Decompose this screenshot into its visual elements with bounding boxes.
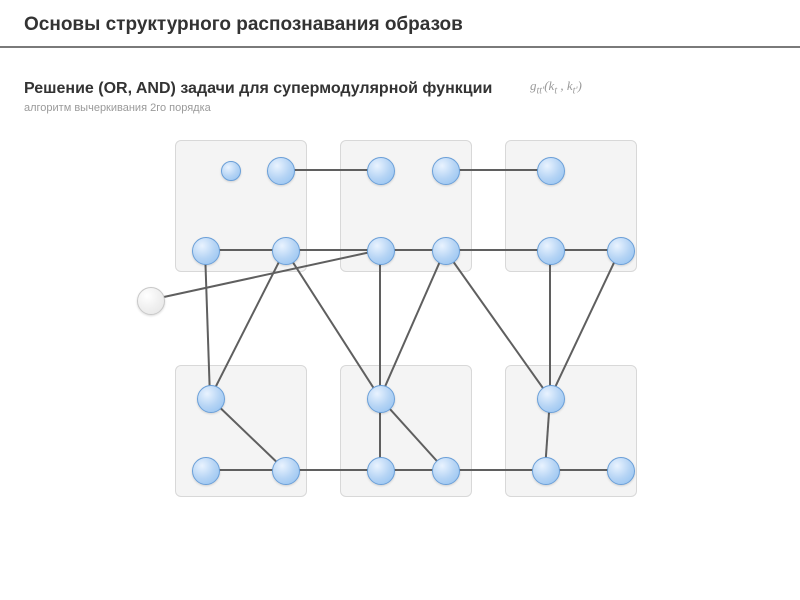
node-b2	[432, 157, 460, 185]
node-e3	[367, 457, 395, 485]
node-c3	[537, 237, 565, 265]
node-f4	[607, 457, 635, 485]
node-d1	[197, 385, 225, 413]
node-a2	[267, 157, 295, 185]
node-a4	[272, 237, 300, 265]
node-d3	[192, 457, 220, 485]
node-aG	[137, 287, 165, 315]
title-underline	[0, 46, 800, 48]
edge	[210, 398, 285, 470]
node-c1	[537, 157, 565, 185]
node-e1	[367, 385, 395, 413]
node-d4	[272, 457, 300, 485]
node-a3	[192, 237, 220, 265]
section-subtitle: алгоритм вычеркивания 2го порядка	[24, 102, 211, 114]
edge	[285, 250, 380, 398]
section-title: Решение (OR, AND) задачи для супермодуля…	[24, 80, 492, 98]
edge	[550, 250, 620, 398]
edge	[150, 250, 380, 300]
edge	[445, 250, 550, 398]
page-title: Основы структурного распознавания образо…	[24, 14, 463, 36]
node-b4	[432, 237, 460, 265]
node-f1	[537, 385, 565, 413]
node-b3	[367, 237, 395, 265]
node-f3	[532, 457, 560, 485]
formula: gtt'(kt , kt')	[530, 78, 582, 97]
graph-diagram	[100, 130, 700, 580]
edges-layer	[100, 130, 700, 580]
node-b1	[367, 157, 395, 185]
node-c4	[607, 237, 635, 265]
edge	[380, 250, 445, 398]
edge	[205, 250, 210, 398]
node-e4	[432, 457, 460, 485]
node-a1	[221, 161, 241, 181]
